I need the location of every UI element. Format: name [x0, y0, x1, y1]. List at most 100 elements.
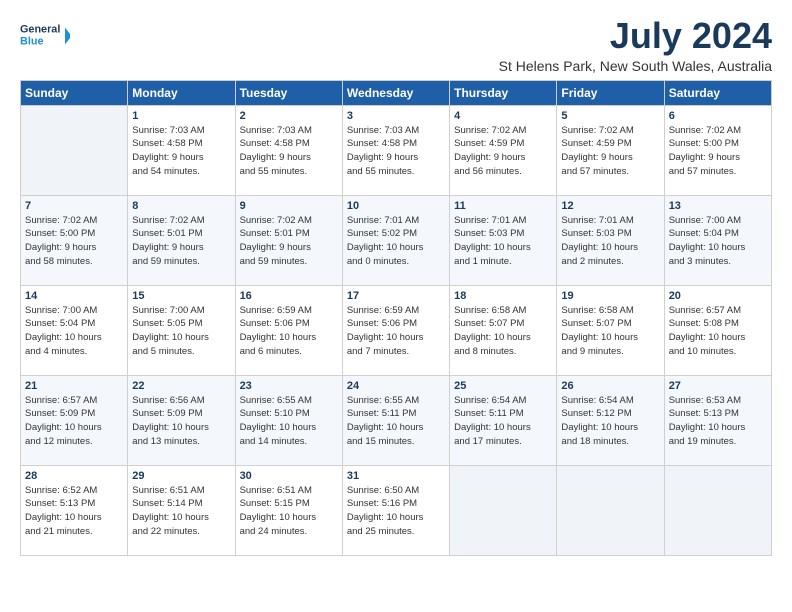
day-cell: 12 Sunrise: 7:01 AM Sunset: 5:03 PM Dayli… — [557, 195, 664, 285]
day-cell: 30 Sunrise: 6:51 AM Sunset: 5:15 PM Dayli… — [235, 465, 342, 555]
week-row-4: 21 Sunrise: 6:57 AM Sunset: 5:09 PM Dayli… — [21, 375, 772, 465]
day-number: 15 — [132, 290, 230, 302]
day-cell: 19 Sunrise: 6:58 AM Sunset: 5:07 PM Dayli… — [557, 285, 664, 375]
day-number: 26 — [561, 380, 659, 392]
day-cell: 15 Sunrise: 7:00 AM Sunset: 5:05 PM Dayli… — [128, 285, 235, 375]
day-info: Sunrise: 6:54 AM Sunset: 5:12 PM Dayligh… — [561, 394, 659, 449]
location-subtitle: St Helens Park, New South Wales, Austral… — [499, 58, 772, 74]
day-info: Sunrise: 6:57 AM Sunset: 5:09 PM Dayligh… — [25, 394, 123, 449]
week-row-3: 14 Sunrise: 7:00 AM Sunset: 5:04 PM Dayli… — [21, 285, 772, 375]
day-number: 20 — [669, 290, 767, 302]
day-info: Sunrise: 7:01 AM Sunset: 5:03 PM Dayligh… — [561, 214, 659, 269]
header-row: SundayMondayTuesdayWednesdayThursdayFrid… — [21, 80, 772, 105]
day-cell: 21 Sunrise: 6:57 AM Sunset: 5:09 PM Dayli… — [21, 375, 128, 465]
day-number: 4 — [454, 110, 552, 122]
day-info: Sunrise: 6:57 AM Sunset: 5:08 PM Dayligh… — [669, 304, 767, 359]
day-number: 10 — [347, 200, 445, 212]
day-info: Sunrise: 6:54 AM Sunset: 5:11 PM Dayligh… — [454, 394, 552, 449]
day-number: 17 — [347, 290, 445, 302]
day-number: 14 — [25, 290, 123, 302]
day-cell: 10 Sunrise: 7:01 AM Sunset: 5:02 PM Dayli… — [342, 195, 449, 285]
day-number: 1 — [132, 110, 230, 122]
month-title: July 2024 — [499, 16, 772, 56]
header-cell-monday: Monday — [128, 80, 235, 105]
day-cell: 20 Sunrise: 6:57 AM Sunset: 5:08 PM Dayli… — [664, 285, 771, 375]
day-info: Sunrise: 6:59 AM Sunset: 5:06 PM Dayligh… — [347, 304, 445, 359]
day-cell: 9Sunrise: 7:02 AM Sunset: 5:01 PM Daylig… — [235, 195, 342, 285]
logo-svg: General Blue — [20, 16, 70, 56]
page-header: General Blue July 2024 St Helens Park, N… — [20, 16, 772, 74]
header-cell-friday: Friday — [557, 80, 664, 105]
day-info: Sunrise: 6:58 AM Sunset: 5:07 PM Dayligh… — [454, 304, 552, 359]
day-info: Sunrise: 7:01 AM Sunset: 5:02 PM Dayligh… — [347, 214, 445, 269]
day-info: Sunrise: 7:02 AM Sunset: 5:01 PM Dayligh… — [240, 214, 338, 269]
header-cell-sunday: Sunday — [21, 80, 128, 105]
day-cell — [557, 465, 664, 555]
day-info: Sunrise: 7:03 AM Sunset: 4:58 PM Dayligh… — [240, 124, 338, 179]
day-number: 25 — [454, 380, 552, 392]
day-number: 18 — [454, 290, 552, 302]
day-cell: 8 Sunrise: 7:02 AM Sunset: 5:01 PM Daylig… — [128, 195, 235, 285]
day-info: Sunrise: 7:02 AM Sunset: 5:01 PM Dayligh… — [132, 214, 230, 269]
day-number: 8 — [132, 200, 230, 212]
day-cell: 1Sunrise: 7:03 AM Sunset: 4:58 PM Daylig… — [128, 105, 235, 195]
day-cell — [21, 105, 128, 195]
day-cell: 17 Sunrise: 6:59 AM Sunset: 5:06 PM Dayli… — [342, 285, 449, 375]
day-cell: 7Sunrise: 7:02 AM Sunset: 5:00 PM Daylig… — [21, 195, 128, 285]
day-number: 31 — [347, 470, 445, 482]
day-cell: 31Sunrise: 6:50 AM Sunset: 5:16 PM Dayli… — [342, 465, 449, 555]
title-block: July 2024 St Helens Park, New South Wale… — [499, 16, 772, 74]
svg-text:General: General — [20, 24, 60, 36]
day-cell: 25 Sunrise: 6:54 AM Sunset: 5:11 PM Dayli… — [450, 375, 557, 465]
header-cell-thursday: Thursday — [450, 80, 557, 105]
day-info: Sunrise: 6:59 AM Sunset: 5:06 PM Dayligh… — [240, 304, 338, 359]
week-row-5: 28Sunrise: 6:52 AM Sunset: 5:13 PM Dayli… — [21, 465, 772, 555]
logo: General Blue — [20, 16, 70, 56]
day-number: 12 — [561, 200, 659, 212]
day-number: 24 — [347, 380, 445, 392]
day-number: 5 — [561, 110, 659, 122]
day-cell: 3 Sunrise: 7:03 AM Sunset: 4:58 PM Daylig… — [342, 105, 449, 195]
header-cell-tuesday: Tuesday — [235, 80, 342, 105]
day-info: Sunrise: 6:52 AM Sunset: 5:13 PM Dayligh… — [25, 484, 123, 539]
svg-text:Blue: Blue — [20, 35, 43, 47]
day-cell: 18 Sunrise: 6:58 AM Sunset: 5:07 PM Dayli… — [450, 285, 557, 375]
day-cell: 24Sunrise: 6:55 AM Sunset: 5:11 PM Dayli… — [342, 375, 449, 465]
day-info: Sunrise: 7:00 AM Sunset: 5:04 PM Dayligh… — [25, 304, 123, 359]
day-info: Sunrise: 6:58 AM Sunset: 5:07 PM Dayligh… — [561, 304, 659, 359]
day-number: 19 — [561, 290, 659, 302]
day-cell: 27Sunrise: 6:53 AM Sunset: 5:13 PM Dayli… — [664, 375, 771, 465]
day-cell: 2Sunrise: 7:03 AM Sunset: 4:58 PM Daylig… — [235, 105, 342, 195]
day-info: Sunrise: 7:02 AM Sunset: 4:59 PM Dayligh… — [561, 124, 659, 179]
calendar-table: SundayMondayTuesdayWednesdayThursdayFrid… — [20, 80, 772, 556]
day-info: Sunrise: 6:51 AM Sunset: 5:15 PM Dayligh… — [240, 484, 338, 539]
day-number: 29 — [132, 470, 230, 482]
day-number: 11 — [454, 200, 552, 212]
day-cell — [450, 465, 557, 555]
day-number: 30 — [240, 470, 338, 482]
day-info: Sunrise: 7:00 AM Sunset: 5:05 PM Dayligh… — [132, 304, 230, 359]
day-info: Sunrise: 7:03 AM Sunset: 4:58 PM Dayligh… — [347, 124, 445, 179]
week-row-1: 1 Sunrise: 7:03 AM Sunset: 4:58 PM Daylig… — [21, 105, 772, 195]
day-cell: 13Sunrise: 7:00 AM Sunset: 5:04 PM Dayli… — [664, 195, 771, 285]
day-cell: 16Sunrise: 6:59 AM Sunset: 5:06 PM Dayli… — [235, 285, 342, 375]
header-cell-wednesday: Wednesday — [342, 80, 449, 105]
day-info: Sunrise: 7:02 AM Sunset: 4:59 PM Dayligh… — [454, 124, 552, 179]
day-info: Sunrise: 6:53 AM Sunset: 5:13 PM Dayligh… — [669, 394, 767, 449]
week-row-2: 7Sunrise: 7:02 AM Sunset: 5:00 PM Daylig… — [21, 195, 772, 285]
day-cell: 4 Sunrise: 7:02 AM Sunset: 4:59 PM Daylig… — [450, 105, 557, 195]
day-info: Sunrise: 7:01 AM Sunset: 5:03 PM Dayligh… — [454, 214, 552, 269]
day-number: 22 — [132, 380, 230, 392]
day-number: 6 — [669, 110, 767, 122]
day-info: Sunrise: 6:51 AM Sunset: 5:14 PM Dayligh… — [132, 484, 230, 539]
header-cell-saturday: Saturday — [664, 80, 771, 105]
day-info: Sunrise: 6:55 AM Sunset: 5:10 PM Dayligh… — [240, 394, 338, 449]
day-cell: 11 Sunrise: 7:01 AM Sunset: 5:03 PM Dayli… — [450, 195, 557, 285]
day-cell: 14 Sunrise: 7:00 AM Sunset: 5:04 PM Dayli… — [21, 285, 128, 375]
day-number: 3 — [347, 110, 445, 122]
day-cell: 5 Sunrise: 7:02 AM Sunset: 4:59 PM Daylig… — [557, 105, 664, 195]
day-number: 21 — [25, 380, 123, 392]
day-info: Sunrise: 7:02 AM Sunset: 5:00 PM Dayligh… — [25, 214, 123, 269]
day-info: Sunrise: 6:56 AM Sunset: 5:09 PM Dayligh… — [132, 394, 230, 449]
day-cell: 22 Sunrise: 6:56 AM Sunset: 5:09 PM Dayli… — [128, 375, 235, 465]
